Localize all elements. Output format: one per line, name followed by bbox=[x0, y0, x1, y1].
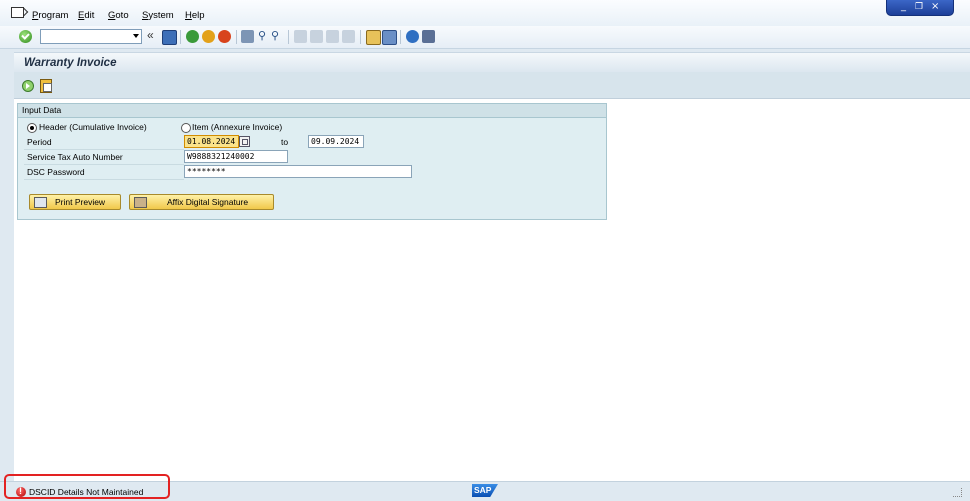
last-page-icon[interactable] bbox=[342, 30, 355, 43]
window-controls: _ ❐ × bbox=[886, 0, 954, 16]
group-title: Input Data bbox=[22, 105, 62, 115]
service-tax-label: Service Tax Auto Number bbox=[27, 152, 123, 162]
print-preview-button[interactable]: Print Preview bbox=[29, 194, 121, 210]
affix-signature-label: Affix Digital Signature bbox=[167, 197, 249, 207]
back-icon[interactable] bbox=[186, 30, 199, 43]
enter-check-icon[interactable] bbox=[19, 30, 32, 43]
find-next-icon[interactable]: ⚲ bbox=[271, 29, 279, 42]
collapse-icon[interactable]: « bbox=[147, 28, 154, 42]
toolbar-separator bbox=[180, 30, 181, 44]
dsc-password-label: DSC Password bbox=[27, 167, 85, 177]
radio-header-cumulative[interactable] bbox=[27, 123, 37, 133]
toolbar-separator bbox=[288, 30, 289, 44]
period-to-input[interactable]: 09.09.2024 bbox=[308, 135, 364, 148]
period-to-label: to bbox=[281, 137, 289, 147]
radio-header-label: Header (Cumulative Invoice) bbox=[39, 122, 147, 132]
row-divider bbox=[24, 164, 184, 165]
menu-edit[interactable]: Edit bbox=[78, 10, 94, 21]
menu-system[interactable]: System bbox=[142, 10, 174, 21]
row-divider bbox=[24, 179, 184, 180]
save-icon[interactable] bbox=[162, 30, 177, 45]
affix-signature-button[interactable]: Affix Digital Signature bbox=[129, 194, 274, 210]
find-icon[interactable]: ⚲ bbox=[258, 29, 266, 42]
radio-item-label: Item (Annexure Invoice) bbox=[192, 122, 283, 132]
restore-button[interactable]: ❐ bbox=[915, 2, 923, 12]
execute-icon[interactable] bbox=[22, 80, 34, 92]
calendar-help-icon[interactable] bbox=[239, 136, 250, 147]
work-area: Input Data Header (Cumulative Invoice) I… bbox=[14, 99, 970, 481]
radio-item-annexure[interactable] bbox=[181, 123, 191, 133]
signature-icon bbox=[134, 197, 147, 208]
minimize-button[interactable]: _ bbox=[901, 1, 906, 12]
resize-grip-icon[interactable] bbox=[953, 488, 962, 497]
input-data-group: Input Data Header (Cumulative Invoice) I… bbox=[17, 103, 607, 220]
first-page-icon[interactable] bbox=[294, 30, 307, 43]
status-highlight-box bbox=[4, 474, 170, 499]
print-preview-icon bbox=[34, 197, 47, 208]
new-session-icon[interactable] bbox=[366, 30, 381, 45]
group-header: Input Data bbox=[18, 104, 606, 118]
exit-icon[interactable] bbox=[202, 30, 215, 43]
previous-page-icon[interactable] bbox=[310, 30, 323, 43]
standard-toolbar: « ⚲ ⚲ bbox=[0, 26, 970, 49]
menu-help[interactable]: Help bbox=[185, 10, 205, 21]
toolbar-separator bbox=[400, 30, 401, 44]
menu-bar: Program Edit Goto System Help _ ❐ × bbox=[0, 0, 970, 27]
toolbar-separator bbox=[360, 30, 361, 44]
period-from-input[interactable]: 01.08.2024 bbox=[184, 135, 239, 148]
application-toolbar bbox=[14, 72, 970, 99]
next-page-icon[interactable] bbox=[326, 30, 339, 43]
dsc-password-input[interactable]: ******** bbox=[184, 165, 412, 178]
service-tax-input[interactable]: W9888321240002 bbox=[184, 150, 288, 163]
command-field[interactable] bbox=[40, 29, 142, 44]
get-variant-icon[interactable] bbox=[40, 79, 52, 93]
layout-menu-icon[interactable] bbox=[422, 30, 435, 43]
toolbar-separator bbox=[236, 30, 237, 44]
sap-logo-text: SAP bbox=[474, 485, 492, 495]
dropdown-arrow-icon[interactable] bbox=[133, 34, 139, 38]
page-title: Warranty Invoice bbox=[24, 57, 117, 69]
close-button[interactable]: × bbox=[931, 1, 939, 12]
period-label: Period bbox=[27, 137, 52, 147]
row-divider bbox=[24, 149, 184, 150]
title-bar: Warranty Invoice bbox=[14, 52, 970, 73]
help-icon[interactable] bbox=[406, 30, 419, 43]
shortcut-icon[interactable] bbox=[382, 30, 397, 45]
cancel-icon[interactable] bbox=[218, 30, 231, 43]
print-preview-label: Print Preview bbox=[55, 197, 106, 207]
menu-goto[interactable]: Goto bbox=[108, 10, 129, 21]
print-icon[interactable] bbox=[241, 30, 254, 43]
window-menu-icon[interactable] bbox=[11, 7, 24, 18]
menu-program[interactable]: Program bbox=[32, 10, 68, 21]
